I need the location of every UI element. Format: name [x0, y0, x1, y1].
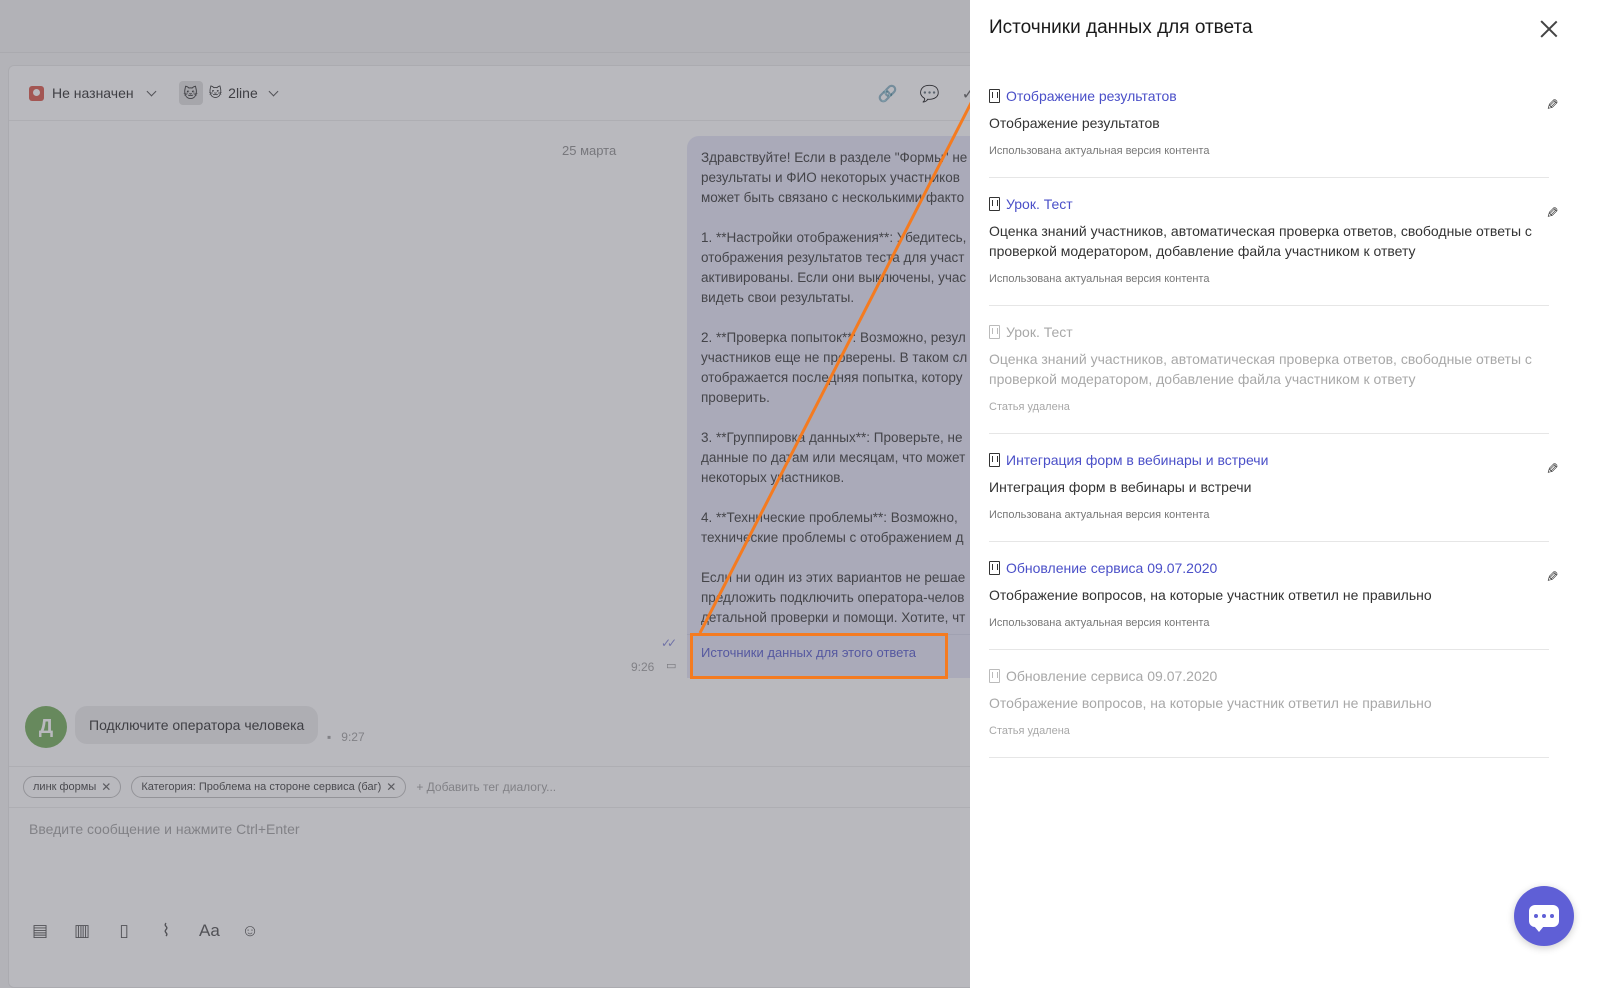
source-description: Отображение результатов: [989, 115, 1160, 131]
pencil-icon[interactable]: ✎: [1546, 568, 1559, 586]
annotation-highlight-box: [690, 633, 948, 679]
document-icon: [989, 325, 1000, 339]
document-icon: [989, 669, 1000, 683]
source-description: Оценка знаний участников, автоматическая…: [989, 351, 1532, 387]
sources-list: Отображение результатов Отображение резу…: [989, 70, 1559, 758]
support-chat-button[interactable]: [1514, 886, 1574, 946]
source-status: Использована актуальная версия контента: [989, 617, 1210, 629]
document-icon: [989, 453, 1000, 467]
source-title-link[interactable]: Урок. Тест: [1006, 196, 1073, 212]
document-icon: [989, 561, 1000, 575]
source-item-deleted: Обновление сервиса 09.07.2020 Отображени…: [989, 650, 1549, 758]
source-item: Интеграция форм в вебинары и встречи Инт…: [989, 434, 1559, 542]
pencil-icon[interactable]: ✎: [1546, 204, 1559, 222]
source-title: Обновление сервиса 09.07.2020: [1006, 668, 1218, 684]
source-title-link[interactable]: Интеграция форм в вебинары и встречи: [1006, 452, 1268, 468]
source-title-link[interactable]: Обновление сервиса 09.07.2020: [1006, 560, 1217, 576]
chat-bubble-icon: [1529, 905, 1559, 932]
document-icon: [989, 197, 1000, 211]
source-status: Использована актуальная версия контента: [989, 273, 1210, 285]
source-status: Статья удалена: [989, 401, 1070, 413]
source-item-deleted: Урок. Тест Оценка знаний участников, авт…: [989, 306, 1549, 434]
source-status: Статья удалена: [989, 725, 1070, 737]
source-item: Обновление сервиса 09.07.2020 Отображени…: [989, 542, 1559, 650]
source-title-link[interactable]: Отображение результатов: [1006, 88, 1177, 104]
pencil-icon[interactable]: ✎: [1546, 460, 1559, 478]
overlay-dim[interactable]: [0, 0, 970, 988]
source-description: Оценка знаний участников, автоматическая…: [989, 223, 1532, 259]
document-icon: [989, 89, 1000, 103]
source-item: Урок. Тест Оценка знаний участников, авт…: [989, 178, 1559, 306]
close-icon[interactable]: [1538, 18, 1560, 40]
pencil-icon[interactable]: ✎: [1546, 96, 1559, 114]
source-status: Использована актуальная версия контента: [989, 509, 1210, 521]
panel-title: Источники данных для ответа: [989, 17, 1253, 38]
source-description: Отображение вопросов, на которые участни…: [989, 695, 1432, 711]
source-description: Интеграция форм в вебинары и встречи: [989, 479, 1252, 495]
source-item: Отображение результатов Отображение резу…: [989, 70, 1559, 178]
source-status: Использована актуальная версия контента: [989, 145, 1210, 157]
sources-panel: Источники данных для ответа Отображение …: [970, 0, 1600, 988]
source-title: Урок. Тест: [1006, 324, 1073, 340]
source-description: Отображение вопросов, на которые участни…: [989, 587, 1432, 603]
